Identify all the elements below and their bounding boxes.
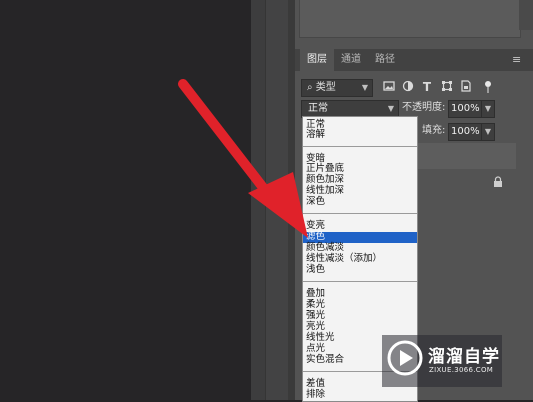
menu-separator — [303, 281, 417, 282]
blend-option-color-burn[interactable]: 颜色加深 — [303, 175, 417, 185]
image-filter-icon[interactable] — [382, 80, 396, 94]
blend-option-lighten[interactable]: 变亮 — [303, 221, 417, 231]
opacity-label: 不透明度: — [402, 102, 446, 113]
search-icon: ⌕ — [307, 82, 313, 93]
shape-filter-icon[interactable] — [440, 80, 454, 94]
watermark-logo-icon — [387, 340, 423, 376]
canvas-area[interactable] — [0, 0, 251, 400]
blend-option-hard-light[interactable]: 强光 — [303, 311, 417, 321]
adjustment-filter-icon[interactable] — [401, 80, 415, 94]
blend-mode-value: 正常 — [308, 103, 328, 114]
type-filter-icon[interactable]: T — [420, 80, 434, 94]
chevron-down-icon: ▼ — [387, 104, 394, 113]
blend-option-linear-burn[interactable]: 线性加深 — [303, 186, 417, 196]
fill-input[interactable]: 100% — [448, 123, 482, 141]
tab-paths[interactable]: 路径 — [368, 49, 402, 71]
tab-layers[interactable]: 图层 — [300, 49, 334, 71]
panel-menu-icon[interactable]: ≡ — [512, 54, 526, 65]
fill-label: 填充: — [422, 125, 446, 136]
blend-option-linear-dodge[interactable]: 线性减淡（添加） — [303, 254, 417, 264]
blend-option-dissolve[interactable]: 溶解 — [303, 130, 417, 140]
upper-panel — [299, 0, 521, 38]
blend-option-exclusion[interactable]: 排除 — [303, 390, 417, 400]
dock-divider[interactable] — [251, 0, 265, 400]
chevron-down-icon: ▼ — [361, 83, 368, 92]
fill-dropdown-button[interactable]: ▼ — [481, 123, 495, 141]
blend-option-color-dodge[interactable]: 颜色减淡 — [303, 243, 417, 253]
smart-object-filter-icon[interactable] — [459, 80, 473, 94]
blend-option-lighter-color[interactable]: 浅色 — [303, 265, 417, 275]
tab-channels[interactable]: 通道 — [334, 49, 368, 71]
blend-option-multiply[interactable]: 正片叠底 — [303, 164, 417, 174]
blend-option-soft-light[interactable]: 柔光 — [303, 300, 417, 310]
layer-filter-select[interactable]: ⌕ 类型 ▼ — [301, 79, 373, 97]
opacity-input[interactable]: 100% — [448, 100, 482, 118]
layer-filter-label: 类型 — [315, 82, 336, 93]
panel-divider — [288, 0, 295, 400]
chevron-down-icon: ▼ — [484, 127, 492, 136]
watermark-url: ZIXUE.3066.COM — [429, 366, 494, 374]
blend-option-vivid-light[interactable]: 亮光 — [303, 322, 417, 332]
watermark-title: 溜溜自学 — [428, 347, 500, 367]
upper-panel-scrollbar[interactable] — [519, 0, 533, 30]
menu-separator — [303, 146, 417, 147]
lock-icon — [493, 176, 503, 188]
toggle-filter-icon[interactable] — [481, 80, 495, 94]
collapsed-dock-strip — [265, 0, 289, 400]
blend-option-darker-color[interactable]: 深色 — [303, 197, 417, 207]
menu-separator — [303, 213, 417, 214]
chevron-down-icon: ▼ — [484, 104, 492, 113]
opacity-dropdown-button[interactable]: ▼ — [481, 100, 495, 118]
blend-option-overlay[interactable]: 叠加 — [303, 289, 417, 299]
layer-row[interactable] — [418, 143, 516, 169]
